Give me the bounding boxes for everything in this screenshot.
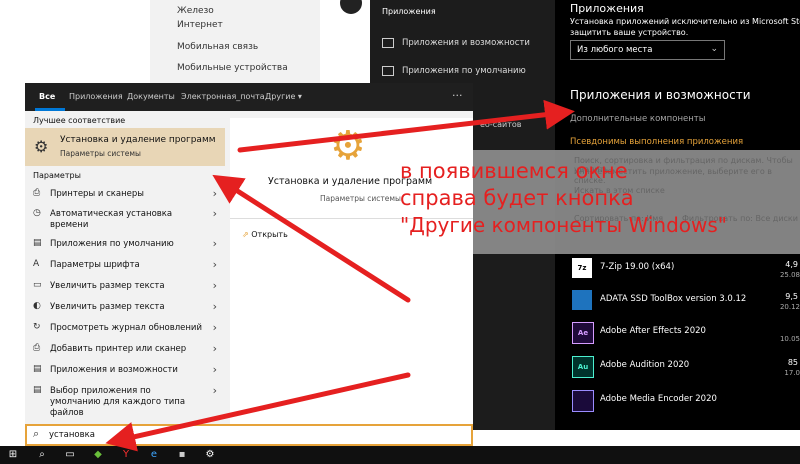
arrow-to-settings <box>212 174 411 303</box>
arrow-to-search <box>105 372 411 452</box>
annotation-arrows <box>105 99 575 452</box>
arrow-to-components <box>237 99 575 153</box>
